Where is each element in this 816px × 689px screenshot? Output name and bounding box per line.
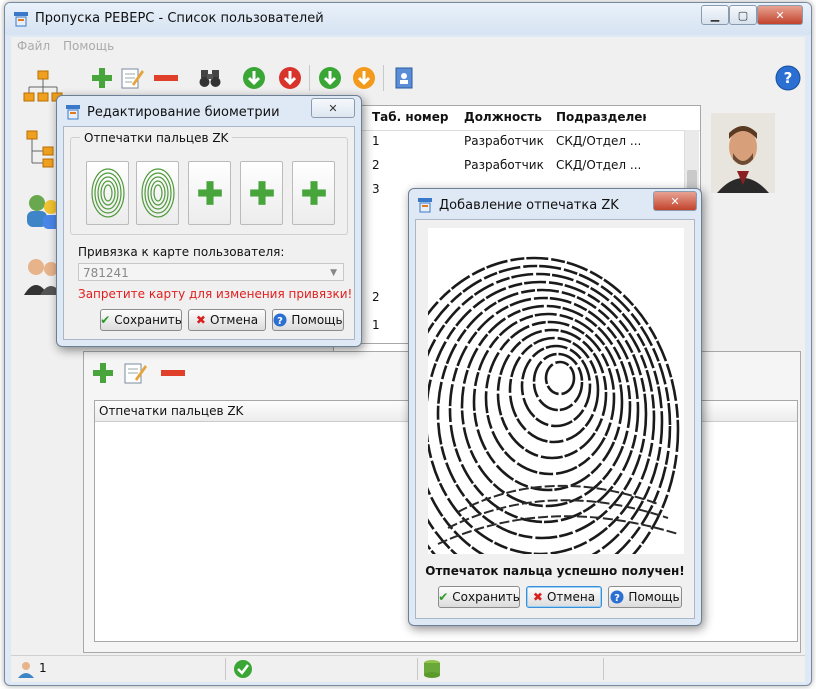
title-bar: Пропуска РЕВЕРС - Список пользователей ▁… (5, 3, 811, 35)
app-icon (66, 105, 80, 120)
chevron-down-icon: ▼ (330, 268, 337, 278)
menu-file[interactable]: Файл (17, 39, 50, 53)
fingerprints-group-label: Отпечатки пальцев ZK (80, 131, 233, 145)
plus-icon (301, 181, 326, 205)
cell-department[interactable]: СКД/Отдел ... (556, 154, 642, 176)
col-position[interactable]: Должность (464, 110, 542, 124)
col-department[interactable]: Подразделен (556, 110, 646, 124)
plus-icon (197, 181, 222, 205)
card-select-value: 781241 (83, 266, 129, 280)
edit-icon[interactable] (119, 65, 145, 91)
cell-position[interactable]: Разработчик (464, 130, 544, 152)
edit-dialog-title: Редактирование биометрии (87, 105, 280, 120)
add-biometry-icon[interactable] (90, 360, 116, 386)
cross-icon: ✖ (195, 313, 206, 327)
fingerprint-icon (90, 168, 125, 218)
user-icon (18, 662, 34, 678)
plus-icon (249, 181, 274, 205)
save-button-label: Сохранить (114, 313, 182, 327)
cell-tab[interactable]: 2 (372, 154, 380, 176)
card-warning: Запретите карту для изменения привязки! (78, 287, 353, 301)
cell-tab[interactable]: 3 (372, 178, 380, 200)
status-user-count: 1 (39, 661, 47, 675)
status-separator (417, 658, 418, 680)
help-icon: ? (273, 313, 287, 327)
save-button[interactable]: ✔ Сохранить (100, 309, 182, 331)
fingerprint-status: Отпечаток пальца успешно получен! (425, 564, 685, 578)
maximize-button[interactable]: ▢ (729, 5, 757, 25)
cell-department[interactable]: СКД/Отдел ... (556, 130, 642, 152)
app-icon (14, 12, 28, 27)
menu-bar: Файл Помощь (11, 37, 805, 55)
check-icon (234, 660, 252, 678)
import-orange-icon[interactable] (351, 65, 377, 91)
close-button[interactable]: ✕ (757, 5, 803, 25)
window-title: Пропуска РЕВЕРС - Список пользователей (35, 11, 324, 26)
svg-text:?: ? (615, 593, 621, 604)
toolbar-separator (309, 65, 310, 91)
finger-slot-4[interactable] (240, 161, 283, 225)
download-green-icon[interactable] (241, 65, 267, 91)
help-button-label: Помощь (628, 590, 680, 604)
cancel-button[interactable]: ✖ Отмена (188, 309, 266, 331)
minimize-button[interactable]: ▁ (701, 5, 729, 25)
check-icon: ✔ (438, 590, 449, 604)
cell-position[interactable]: Разработчик (464, 154, 544, 176)
cell-tab[interactable]: 2 (372, 286, 380, 308)
address-book-icon[interactable] (391, 65, 417, 91)
cell-tab[interactable]: 1 (372, 314, 380, 336)
card-binding-label: Привязка к карте пользователя: (78, 245, 285, 259)
add-dialog-body: Отпечаток пальца успешно получен! ✔ Сохр… (415, 219, 695, 619)
menu-help[interactable]: Помощь (63, 39, 114, 53)
cross-icon: ✖ (532, 590, 543, 604)
svg-text:?: ? (784, 69, 793, 87)
binoculars-icon[interactable] (197, 65, 223, 91)
finger-slot-1[interactable] (86, 161, 129, 225)
svg-text:?: ? (278, 316, 284, 327)
save-button[interactable]: ✔ Сохранить (438, 586, 520, 608)
edit-dialog-body: Отпечатки пальцев ZK Привязка к карте по… (63, 126, 355, 340)
cancel-button[interactable]: ✖ Отмена (526, 586, 602, 608)
cancel-button-label: Отмена (546, 590, 596, 604)
finger-slot-2[interactable] (136, 161, 179, 225)
status-bar: 1 (11, 655, 805, 682)
cell-tab[interactable]: 1 (372, 130, 380, 152)
edit-biometry-icon[interactable] (122, 360, 148, 386)
col-tab-number[interactable]: Таб. номер (372, 110, 448, 124)
status-separator (603, 658, 604, 680)
help-button[interactable]: ? Помощь (272, 309, 344, 331)
biometry-list-header-label: Отпечатки пальцев ZK (99, 404, 244, 418)
help-button-label: Помощь (291, 313, 343, 327)
remove-biometry-icon[interactable] (160, 360, 186, 386)
help-icon: ? (610, 590, 624, 604)
remove-icon[interactable] (153, 65, 179, 91)
card-select[interactable]: 781241 ▼ (78, 263, 344, 281)
cancel-button-label: Отмена (209, 313, 259, 327)
add-fingerprint-dialog: Добавление отпечатка ZK ✕ Отпечаток паль… (408, 188, 702, 626)
edit-dialog-close-button[interactable]: ✕ (311, 98, 355, 118)
edit-biometry-dialog: Редактирование биометрии ✕ Отпечатки пал… (56, 95, 362, 347)
save-button-label: Сохранить (452, 590, 520, 604)
add-dialog-title: Добавление отпечатка ZK (439, 198, 619, 213)
add-icon[interactable] (89, 65, 115, 91)
import-green-icon[interactable] (317, 65, 343, 91)
download-red-icon[interactable] (277, 65, 303, 91)
fingerprint-icon (140, 168, 175, 218)
add-dialog-close-button[interactable]: ✕ (653, 191, 697, 211)
finger-slot-5[interactable] (292, 161, 335, 225)
finger-slot-3[interactable] (188, 161, 231, 225)
user-photo (711, 113, 775, 193)
toolbar-separator (383, 65, 384, 91)
check-icon: ✔ (100, 313, 111, 327)
status-separator (225, 658, 226, 680)
help-button[interactable]: ? Помощь (608, 586, 682, 608)
app-icon (418, 198, 432, 213)
fingerprint-image (428, 228, 684, 554)
help-icon[interactable]: ? (775, 65, 801, 91)
database-icon (424, 660, 440, 678)
